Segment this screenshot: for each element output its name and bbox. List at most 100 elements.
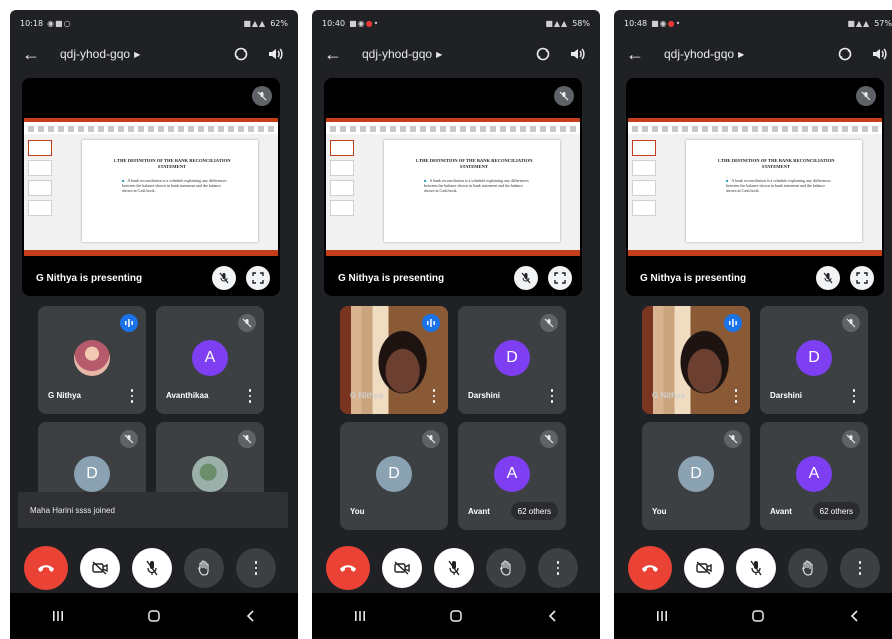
participant-name: G Nithya xyxy=(652,391,685,400)
presentation-tile[interactable]: 1.THE DEFINITION OF THE BANK RECONCILIAT… xyxy=(324,78,582,296)
status-time: 10:18 xyxy=(20,18,44,28)
status-bar: 10:40 ■◉●• ■▲▲ 58% xyxy=(312,10,600,36)
back-nav-icon[interactable] xyxy=(839,606,869,626)
slide-title: 1.THE DEFINITION OF THE BANK RECONCILIAT… xyxy=(717,158,835,169)
recent-apps-icon[interactable] xyxy=(345,606,375,626)
others-count-pill[interactable]: 62 others xyxy=(812,502,860,520)
mic-off-button[interactable] xyxy=(434,548,474,588)
more-vert-icon[interactable] xyxy=(548,388,556,404)
hang-up-button[interactable] xyxy=(628,546,672,590)
recent-apps-icon[interactable] xyxy=(647,606,677,626)
battery-percent: 57% xyxy=(874,18,892,28)
fullscreen-button[interactable] xyxy=(246,266,270,290)
raise-hand-button[interactable] xyxy=(184,548,224,588)
meeting-code-button[interactable]: qdj-yhod-gqo ▶ xyxy=(60,47,140,61)
mic-off-icon xyxy=(238,430,256,448)
meeting-code: qdj-yhod-gqo xyxy=(664,47,735,61)
avatar: D xyxy=(796,340,832,376)
shared-slide: 1.THE DEFINITION OF THE BANK RECONCILIAT… xyxy=(628,118,882,256)
slide-thumbnails xyxy=(632,140,662,250)
speaker-icon[interactable] xyxy=(868,43,890,65)
switch-camera-icon[interactable] xyxy=(230,43,252,65)
fullscreen-button[interactable] xyxy=(548,266,572,290)
more-vert-icon[interactable] xyxy=(850,388,858,404)
presenter-mic-off-button[interactable] xyxy=(212,266,236,290)
more-vert-icon[interactable] xyxy=(732,388,740,404)
more-vert-icon[interactable] xyxy=(430,388,438,404)
recent-apps-icon[interactable] xyxy=(43,606,73,626)
camera-off-button[interactable] xyxy=(382,548,422,588)
status-bar: 10:48 ■◉●• ■▲▲ 57% xyxy=(614,10,892,36)
presentation-tile[interactable]: 1.THE DEFINITION OF THE BANK RECONCILIAT… xyxy=(626,78,884,296)
phone-screen-1: 10:18 ◉■○ ■▲▲ 62% ← qdj-yhod-gqo ▶ 1.THE … xyxy=(10,10,298,639)
raise-hand-button[interactable] xyxy=(486,548,526,588)
meeting-code: qdj-yhod-gqo xyxy=(60,47,131,61)
presenting-label: G Nithya is presenting xyxy=(338,273,445,284)
battery-percent: 62% xyxy=(270,18,288,28)
participant-tile[interactable]: G Nithya xyxy=(38,306,146,414)
fullscreen-button[interactable] xyxy=(850,266,874,290)
switch-camera-icon[interactable] xyxy=(834,43,856,65)
participant-tile[interactable]: A Avant 62 others xyxy=(760,422,868,530)
back-arrow-icon[interactable]: ← xyxy=(626,44,650,65)
meeting-code-button[interactable]: qdj-yhod-gqo ▶ xyxy=(362,47,442,61)
hang-up-button[interactable] xyxy=(326,546,370,590)
hang-up-button[interactable] xyxy=(24,546,68,590)
presenter-mic-off-button[interactable] xyxy=(816,266,840,290)
ppt-ribbon xyxy=(24,118,278,134)
participant-name: Darshini xyxy=(770,391,803,400)
presenter-mic-off-button[interactable] xyxy=(514,266,538,290)
participant-tile[interactable]: A Avanthikaa xyxy=(156,306,264,414)
participant-name: Avant xyxy=(770,507,792,516)
mic-off-icon xyxy=(120,430,138,448)
mic-off-icon xyxy=(422,430,440,448)
audio-level-icon xyxy=(422,314,440,332)
participant-tile[interactable]: G Nithya xyxy=(340,306,448,414)
slide-title: 1.THE DEFINITION OF THE BANK RECONCILIAT… xyxy=(113,158,231,169)
camera-off-button[interactable] xyxy=(684,548,724,588)
slide-bullet: A bank reconciliation is a schedule expl… xyxy=(424,178,534,193)
raise-hand-button[interactable] xyxy=(788,548,828,588)
slide-bullet: A bank reconciliation is a schedule expl… xyxy=(122,178,232,193)
back-nav-icon[interactable] xyxy=(235,606,265,626)
notification-icons: ◉■○ xyxy=(47,18,72,28)
slide-bullet: A bank reconciliation is a schedule expl… xyxy=(726,178,836,193)
mic-off-button[interactable] xyxy=(736,548,776,588)
switch-camera-icon[interactable] xyxy=(532,43,554,65)
shared-slide: 1.THE DEFINITION OF THE BANK RECONCILIAT… xyxy=(24,118,278,256)
status-time: 10:48 xyxy=(624,18,648,28)
signal-icons: ■▲▲ xyxy=(243,18,267,28)
back-arrow-icon[interactable]: ← xyxy=(324,44,348,65)
participant-tile[interactable]: A Avant 62 others xyxy=(458,422,566,530)
status-bar: 10:18 ◉■○ ■▲▲ 62% xyxy=(10,10,298,36)
speaker-icon[interactable] xyxy=(264,43,286,65)
back-arrow-icon[interactable]: ← xyxy=(22,44,46,65)
more-vert-icon[interactable] xyxy=(246,388,254,404)
home-icon[interactable] xyxy=(139,606,169,626)
participant-name: You xyxy=(350,507,365,516)
more-vert-icon[interactable] xyxy=(128,388,136,404)
back-nav-icon[interactable] xyxy=(537,606,567,626)
camera-off-button[interactable] xyxy=(80,548,120,588)
participant-name: Avanthikaa xyxy=(166,391,209,400)
home-icon[interactable] xyxy=(441,606,471,626)
notification-icons: ■◉●• xyxy=(651,18,682,28)
participant-tile-self[interactable]: D You xyxy=(642,422,750,530)
participant-tile[interactable]: D Darshini xyxy=(458,306,566,414)
participant-tile[interactable]: D Darshini xyxy=(760,306,868,414)
audio-level-icon xyxy=(120,314,138,332)
more-options-button[interactable] xyxy=(236,548,276,588)
more-options-button[interactable] xyxy=(840,548,880,588)
more-options-button[interactable] xyxy=(538,548,578,588)
avatar xyxy=(192,456,228,492)
presentation-tile[interactable]: 1.THE DEFINITION OF THE BANK RECONCILIAT… xyxy=(22,78,280,296)
home-icon[interactable] xyxy=(743,606,773,626)
others-count-pill[interactable]: 62 others xyxy=(510,502,558,520)
mic-off-button[interactable] xyxy=(132,548,172,588)
participant-tile[interactable]: G Nithya xyxy=(642,306,750,414)
speaker-icon[interactable] xyxy=(566,43,588,65)
participant-name: G Nithya xyxy=(350,391,383,400)
participant-tile-self[interactable]: D You xyxy=(340,422,448,530)
meeting-code-button[interactable]: qdj-yhod-gqo ▶ xyxy=(664,47,744,61)
call-controls xyxy=(10,546,298,590)
